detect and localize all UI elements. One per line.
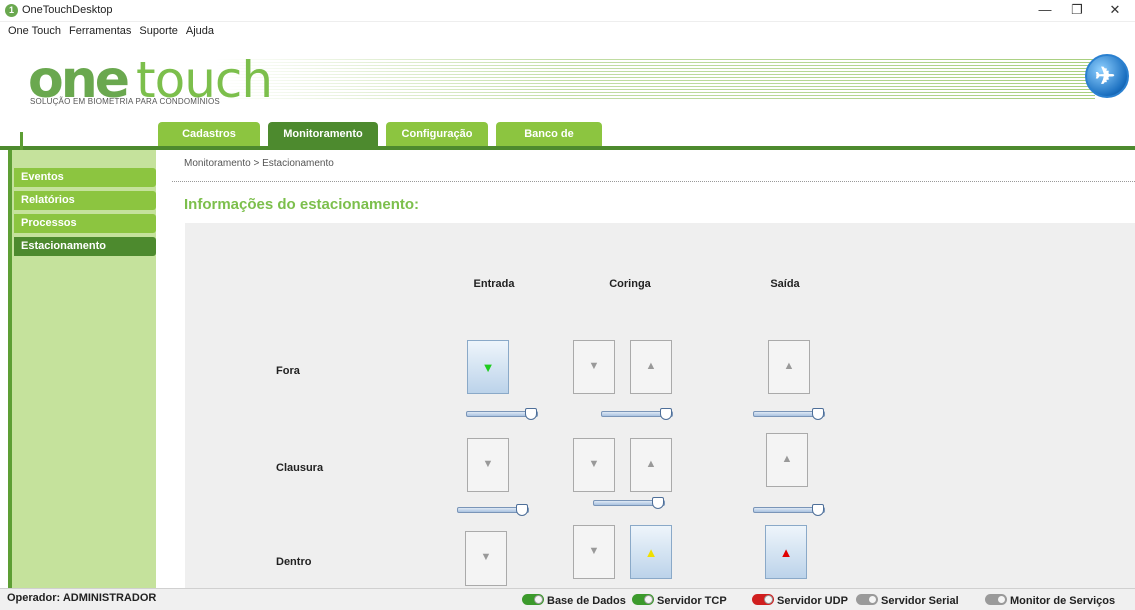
slider-fora-saida[interactable] (753, 408, 825, 420)
gate-fora-saida-button[interactable]: ▲ (768, 340, 810, 394)
sidebar-item-estacionamento[interactable]: Estacionamento (14, 237, 156, 256)
arrow-up-icon: ▲ (645, 360, 657, 372)
slider-fora-entrada[interactable] (466, 408, 538, 420)
gate-clausura-coringa-up-button[interactable]: ▲ (630, 438, 672, 492)
status-monitor-de-servicos: Monitor de Serviços (985, 594, 1115, 607)
gate-fora-coringa-up-button[interactable]: ▲ (630, 340, 672, 394)
tab-banco-de-dados[interactable]: Banco de dados (496, 122, 602, 164)
slider-thumb[interactable] (516, 504, 528, 516)
arrow-down-icon: ▼ (480, 551, 492, 563)
arrow-up-icon: ▲ (645, 458, 657, 470)
slider-thumb[interactable] (525, 408, 537, 420)
arrow-down-icon: ▼ (588, 545, 600, 557)
slider-thumb[interactable] (660, 408, 672, 420)
arrow-up-icon: ▲ (781, 453, 793, 465)
app-icon: 1 (5, 4, 18, 17)
gate-dentro-saida-button[interactable]: ▲ (765, 525, 807, 579)
gate-dentro-entrada-button[interactable]: ▼ (465, 531, 507, 586)
status-bar: Operador: ADMINISTRADOR Base de Dados Se… (0, 588, 1135, 610)
row-header-fora: Fora (276, 365, 300, 377)
title-bar: 1 OneTouchDesktop — ❐ ✕ (0, 0, 1135, 22)
header-banner: one touch SOLUÇÃO EM BIOMETRIA PARA COND… (0, 42, 1135, 132)
toggle-inactive-icon (985, 594, 1007, 605)
toggle-on-icon (522, 594, 544, 605)
breadcrumb: Monitoramento > Estacionamento (184, 158, 334, 169)
slider-clausura-saida[interactable] (753, 504, 825, 516)
column-header-coringa: Coringa (609, 278, 651, 290)
gate-fora-entrada-button[interactable]: ▼ (467, 340, 509, 394)
toggle-inactive-icon (856, 594, 878, 605)
menu-ferramentas[interactable]: Ferramentas (65, 22, 135, 37)
tab-monitoramento[interactable]: Monitoramento (268, 122, 378, 146)
logo-tagline: SOLUÇÃO EM BIOMETRIA PARA CONDOMÍNIOS (30, 97, 220, 106)
slider-thumb[interactable] (812, 504, 824, 516)
arrow-down-icon: ▼ (481, 360, 495, 375)
window-title: OneTouchDesktop (22, 4, 113, 16)
arrow-down-icon: ▼ (588, 360, 600, 372)
arrow-up-icon: ▲ (779, 545, 793, 560)
row-header-dentro: Dentro (276, 556, 312, 568)
column-header-entrada: Entrada (473, 278, 515, 290)
divider (172, 181, 1135, 182)
arrow-down-icon: ▼ (588, 458, 600, 470)
globe-logo-icon: ✈ (1085, 54, 1129, 98)
arrow-up-icon: ▲ (783, 360, 795, 372)
menu-one-touch[interactable]: One Touch (0, 22, 65, 37)
tab-configuracao[interactable]: Configuração (386, 122, 488, 146)
toggle-on-icon (632, 594, 654, 605)
sidebar-item-relatorios[interactable]: Relatórios (14, 191, 156, 210)
slider-thumb[interactable] (812, 408, 824, 420)
gate-clausura-saida-button[interactable]: ▲ (766, 433, 808, 487)
row-header-clausura: Clausura (276, 462, 324, 474)
sidebar-item-processos[interactable]: Processos (14, 214, 156, 233)
status-servidor-udp: Servidor UDP (752, 594, 848, 607)
status-servidor-serial: Servidor Serial (856, 594, 959, 607)
menu-suporte[interactable]: Suporte (135, 22, 182, 37)
gate-clausura-coringa-down-button[interactable]: ▼ (573, 438, 615, 492)
arrow-down-icon: ▼ (482, 458, 494, 470)
gate-clausura-entrada-button[interactable]: ▼ (467, 438, 509, 492)
slider-clausura-coringa[interactable] (593, 497, 665, 509)
arrow-up-icon: ▲ (644, 545, 658, 560)
maximize-icon[interactable]: ❐ (1062, 0, 1092, 22)
menu-bar: One Touch Ferramentas Suporte Ajuda (0, 22, 1135, 42)
gate-fora-coringa-down-button[interactable]: ▼ (573, 340, 615, 394)
minimize-icon[interactable]: — (1030, 0, 1060, 22)
slider-thumb[interactable] (652, 497, 664, 509)
slider-fora-coringa[interactable] (601, 408, 673, 420)
toggle-off-icon (752, 594, 774, 605)
gate-dentro-coringa-down-button[interactable]: ▼ (573, 525, 615, 579)
menu-ajuda[interactable]: Ajuda (182, 22, 218, 37)
sidebar-item-eventos[interactable]: Eventos (14, 168, 156, 187)
status-servidor-tcp: Servidor TCP (632, 594, 727, 607)
tabs-underline (0, 146, 1135, 150)
column-header-saida: Saída (770, 278, 800, 290)
gate-dentro-coringa-up-button[interactable]: ▲ (630, 525, 672, 579)
slider-clausura-entrada[interactable] (457, 504, 529, 516)
operator-label: Operador: ADMINISTRADOR (7, 592, 157, 604)
tab-cadastros[interactable]: Cadastros (158, 122, 260, 146)
page-title: Informações do estacionamento: (184, 196, 420, 213)
close-icon[interactable]: ✕ (1100, 0, 1130, 22)
status-base-de-dados: Base de Dados (522, 594, 626, 607)
